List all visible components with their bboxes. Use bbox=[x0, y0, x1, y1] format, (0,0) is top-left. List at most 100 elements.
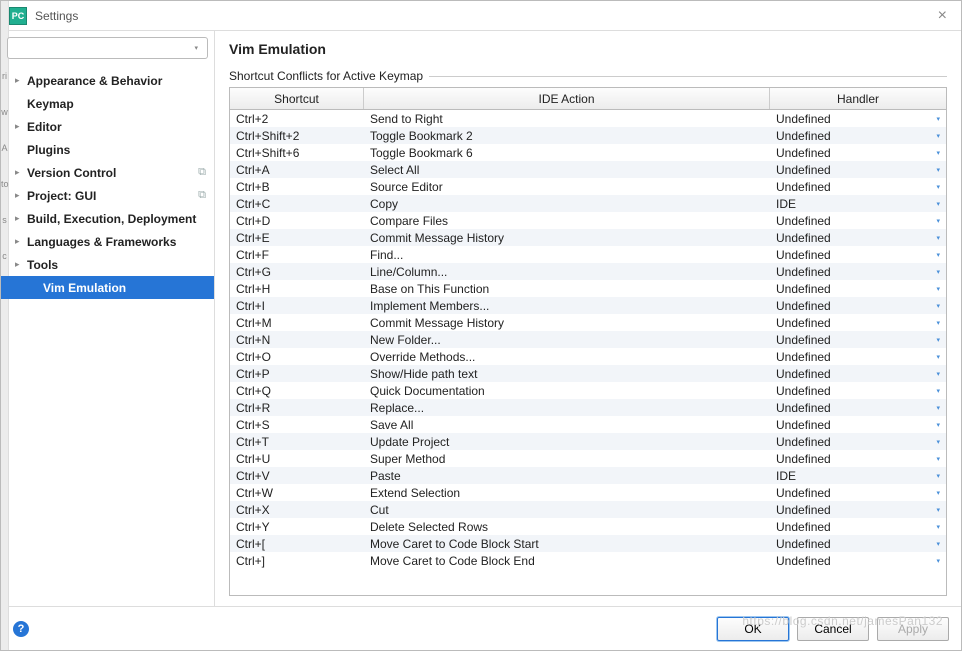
table-row[interactable]: Ctrl+CCopyIDE▾ bbox=[230, 195, 946, 212]
table-row[interactable]: Ctrl+XCutUndefined▾ bbox=[230, 501, 946, 518]
footer: ? OK Cancel Apply bbox=[1, 606, 961, 650]
cell-handler[interactable]: Undefined▾ bbox=[770, 163, 946, 177]
table-row[interactable]: Ctrl+USuper MethodUndefined▾ bbox=[230, 450, 946, 467]
cell-action: Commit Message History bbox=[364, 231, 770, 245]
cell-handler[interactable]: Undefined▾ bbox=[770, 486, 946, 500]
col-handler[interactable]: Handler bbox=[770, 88, 946, 109]
cell-handler[interactable]: Undefined▾ bbox=[770, 554, 946, 568]
table-row[interactable]: Ctrl+ECommit Message HistoryUndefined▾ bbox=[230, 229, 946, 246]
table-row[interactable]: Ctrl+[Move Caret to Code Block StartUnde… bbox=[230, 535, 946, 552]
cell-handler[interactable]: Undefined▾ bbox=[770, 350, 946, 364]
table-row[interactable]: Ctrl+Shift+6Toggle Bookmark 6Undefined▾ bbox=[230, 144, 946, 161]
table-row[interactable]: Ctrl+VPasteIDE▾ bbox=[230, 467, 946, 484]
handler-value: Undefined bbox=[776, 163, 936, 177]
search-input[interactable] bbox=[7, 37, 208, 59]
sidebar-item-editor[interactable]: ▸Editor bbox=[1, 115, 214, 138]
table-row[interactable]: Ctrl+FFind...Undefined▾ bbox=[230, 246, 946, 263]
apply-button[interactable]: Apply bbox=[877, 617, 949, 641]
cell-handler[interactable]: Undefined▾ bbox=[770, 367, 946, 381]
table-row[interactable]: Ctrl+Shift+2Toggle Bookmark 2Undefined▾ bbox=[230, 127, 946, 144]
sidebar-item-plugins[interactable]: Plugins bbox=[1, 138, 214, 161]
cell-handler[interactable]: Undefined▾ bbox=[770, 146, 946, 160]
sidebar-item-languages-frameworks[interactable]: ▸Languages & Frameworks bbox=[1, 230, 214, 253]
sidebar-item-appearance-behavior[interactable]: ▸Appearance & Behavior bbox=[1, 69, 214, 92]
table-row[interactable]: Ctrl+TUpdate ProjectUndefined▾ bbox=[230, 433, 946, 450]
chevron-down-icon: ▾ bbox=[936, 455, 940, 463]
handler-value: Undefined bbox=[776, 537, 936, 551]
chevron-down-icon: ▾ bbox=[936, 166, 940, 174]
table-row[interactable]: Ctrl+MCommit Message HistoryUndefined▾ bbox=[230, 314, 946, 331]
cancel-button[interactable]: Cancel bbox=[797, 617, 869, 641]
col-action[interactable]: IDE Action bbox=[364, 88, 770, 109]
handler-value: Undefined bbox=[776, 265, 936, 279]
cell-shortcut: Ctrl+G bbox=[230, 265, 364, 279]
table-row[interactable]: Ctrl+PShow/Hide path textUndefined▾ bbox=[230, 365, 946, 382]
cell-handler[interactable]: Undefined▾ bbox=[770, 520, 946, 534]
cell-shortcut: Ctrl+V bbox=[230, 469, 364, 483]
handler-value: Undefined bbox=[776, 231, 936, 245]
sidebar-item-label: Appearance & Behavior bbox=[25, 74, 206, 88]
sidebar-item-tools[interactable]: ▸Tools bbox=[1, 253, 214, 276]
cell-shortcut: Ctrl+E bbox=[230, 231, 364, 245]
table-row[interactable]: Ctrl+YDelete Selected RowsUndefined▾ bbox=[230, 518, 946, 535]
table-row[interactable]: Ctrl+IImplement Members...Undefined▾ bbox=[230, 297, 946, 314]
table-row[interactable]: Ctrl+NNew Folder...Undefined▾ bbox=[230, 331, 946, 348]
cell-handler[interactable]: Undefined▾ bbox=[770, 282, 946, 296]
close-icon[interactable]: × bbox=[932, 5, 953, 27]
sidebar-item-project-gui[interactable]: ▸Project: GUI⧉ bbox=[1, 184, 214, 207]
cell-handler[interactable]: Undefined▾ bbox=[770, 129, 946, 143]
cell-handler[interactable]: Undefined▾ bbox=[770, 299, 946, 313]
table-row[interactable]: Ctrl+ASelect AllUndefined▾ bbox=[230, 161, 946, 178]
table-row[interactable]: Ctrl+SSave AllUndefined▾ bbox=[230, 416, 946, 433]
cell-handler[interactable]: Undefined▾ bbox=[770, 401, 946, 415]
cell-handler[interactable]: Undefined▾ bbox=[770, 180, 946, 194]
table-row[interactable]: Ctrl+2Send to RightUndefined▾ bbox=[230, 110, 946, 127]
cell-handler[interactable]: Undefined▾ bbox=[770, 214, 946, 228]
table-row[interactable]: Ctrl+DCompare FilesUndefined▾ bbox=[230, 212, 946, 229]
table-row[interactable]: Ctrl+]Move Caret to Code Block EndUndefi… bbox=[230, 552, 946, 569]
help-icon[interactable]: ? bbox=[13, 621, 29, 637]
cell-handler[interactable]: Undefined▾ bbox=[770, 333, 946, 347]
handler-value: Undefined bbox=[776, 503, 936, 517]
body: ⌕ ▾ ▸Appearance & BehaviorKeymap▸EditorP… bbox=[1, 31, 961, 606]
sidebar-item-build-execution-deployment[interactable]: ▸Build, Execution, Deployment bbox=[1, 207, 214, 230]
cell-handler[interactable]: Undefined▾ bbox=[770, 231, 946, 245]
table-row[interactable]: Ctrl+RReplace...Undefined▾ bbox=[230, 399, 946, 416]
cell-shortcut: Ctrl+O bbox=[230, 350, 364, 364]
table-row[interactable]: Ctrl+HBase on This FunctionUndefined▾ bbox=[230, 280, 946, 297]
chevron-down-icon[interactable]: ▾ bbox=[194, 44, 198, 52]
sidebar-item-vim-emulation[interactable]: Vim Emulation bbox=[1, 276, 214, 299]
cell-handler[interactable]: Undefined▾ bbox=[770, 452, 946, 466]
cell-handler[interactable]: Undefined▾ bbox=[770, 384, 946, 398]
sidebar-item-keymap[interactable]: Keymap bbox=[1, 92, 214, 115]
ok-button[interactable]: OK bbox=[717, 617, 789, 641]
sidebar-item-label: Project: GUI bbox=[25, 189, 198, 203]
cell-handler[interactable]: Undefined▾ bbox=[770, 316, 946, 330]
col-shortcut[interactable]: Shortcut bbox=[230, 88, 364, 109]
chevron-down-icon: ▾ bbox=[936, 472, 940, 480]
cell-handler[interactable]: Undefined▾ bbox=[770, 112, 946, 126]
cell-action: Paste bbox=[364, 469, 770, 483]
cell-action: Commit Message History bbox=[364, 316, 770, 330]
cell-handler[interactable]: IDE▾ bbox=[770, 469, 946, 483]
cell-handler[interactable]: Undefined▾ bbox=[770, 265, 946, 279]
cell-shortcut: Ctrl+H bbox=[230, 282, 364, 296]
expand-icon: ▸ bbox=[15, 213, 25, 224]
table-row[interactable]: Ctrl+BSource EditorUndefined▾ bbox=[230, 178, 946, 195]
cell-handler[interactable]: Undefined▾ bbox=[770, 537, 946, 551]
cell-action: Compare Files bbox=[364, 214, 770, 228]
cell-handler[interactable]: Undefined▾ bbox=[770, 503, 946, 517]
chevron-down-icon: ▾ bbox=[936, 353, 940, 361]
cell-handler[interactable]: Undefined▾ bbox=[770, 248, 946, 262]
sidebar-item-version-control[interactable]: ▸Version Control⧉ bbox=[1, 161, 214, 184]
cell-shortcut: Ctrl+R bbox=[230, 401, 364, 415]
cell-handler[interactable]: IDE▾ bbox=[770, 197, 946, 211]
chevron-down-icon: ▾ bbox=[936, 149, 940, 157]
table-row[interactable]: Ctrl+QQuick DocumentationUndefined▾ bbox=[230, 382, 946, 399]
cell-handler[interactable]: Undefined▾ bbox=[770, 435, 946, 449]
table-row[interactable]: Ctrl+WExtend SelectionUndefined▾ bbox=[230, 484, 946, 501]
table-row[interactable]: Ctrl+OOverride Methods...Undefined▾ bbox=[230, 348, 946, 365]
cell-handler[interactable]: Undefined▾ bbox=[770, 418, 946, 432]
handler-value: Undefined bbox=[776, 401, 936, 415]
table-row[interactable]: Ctrl+GLine/Column...Undefined▾ bbox=[230, 263, 946, 280]
